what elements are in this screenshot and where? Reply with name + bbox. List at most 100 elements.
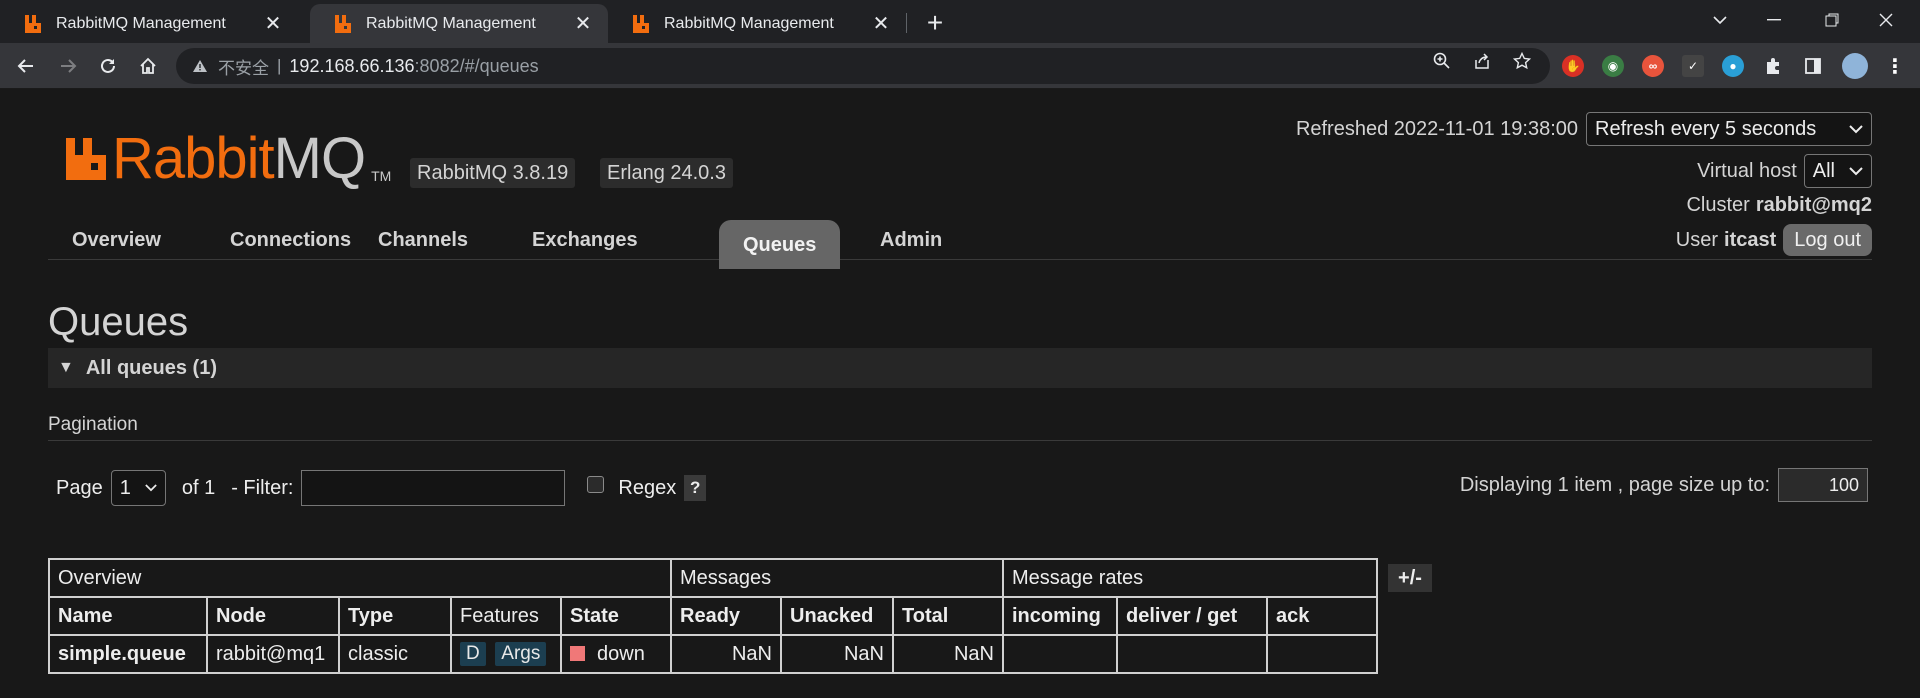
extension-eye-icon[interactable]: ◉ (1602, 55, 1624, 77)
help-button[interactable]: ? (684, 475, 707, 501)
rabbitmq-version-badge: RabbitMQ 3.8.19 (410, 158, 576, 188)
refresh-interval-value: Refresh every 5 seconds (1595, 117, 1817, 140)
rabbitmq-page: Rabbit MQ TM RabbitMQ 3.8.19 Erlang 24.0… (0, 90, 1920, 698)
feature-args-badge[interactable]: Args (495, 642, 547, 666)
table-column-header: Name Node Type Features State Ready Unac… (48, 596, 1378, 636)
display-info: Displaying 1 item , page size up to: 100 (1460, 468, 1868, 502)
section-title: All queues (1) (85, 356, 217, 379)
virtual-host-select[interactable]: All (1803, 154, 1872, 188)
virtual-host-value: All (1812, 159, 1835, 182)
col-ack[interactable]: ack (1266, 596, 1378, 636)
col-incoming[interactable]: incoming (1002, 596, 1118, 636)
queue-unacked: NaN (780, 634, 894, 674)
browser-tab-2[interactable]: RabbitMQ Management ✕ (310, 4, 608, 43)
tab-title: RabbitMQ Management (664, 14, 834, 32)
queue-ack (1266, 634, 1378, 674)
chevron-down-icon (1849, 124, 1863, 133)
extension-check-icon[interactable]: ✓ (1682, 55, 1704, 77)
cluster-name: rabbit@mq2 (1755, 194, 1872, 216)
state-down-indicator (570, 645, 585, 661)
collapse-triangle-icon: ▼ (58, 359, 74, 376)
col-unacked[interactable]: Unacked (780, 596, 894, 636)
tab-connections[interactable]: Connections (206, 220, 375, 268)
col-ready[interactable]: Ready (670, 596, 782, 636)
tab-search-icon[interactable] (1698, 2, 1742, 38)
queue-total: NaN (892, 634, 1004, 674)
refresh-row: Refreshed 2022-11-01 19:38:00 Refresh ev… (1296, 112, 1872, 146)
regex-checkbox[interactable] (587, 475, 605, 493)
browser-tab-1[interactable]: RabbitMQ Management ✕ (0, 4, 298, 43)
col-name[interactable]: Name (48, 596, 208, 636)
filter-input[interactable] (301, 470, 566, 506)
tab-title: RabbitMQ Management (56, 14, 226, 32)
close-tab-icon[interactable]: ✕ (262, 13, 284, 35)
rabbitmq-logo-icon (66, 138, 106, 180)
zoom-icon[interactable] (1430, 49, 1454, 73)
browser-tab-3[interactable]: RabbitMQ Management ✕ (608, 4, 906, 43)
queue-deliver-get (1116, 634, 1268, 674)
cluster-label: Cluster (1686, 194, 1750, 216)
rabbitmq-logo[interactable]: Rabbit MQ TM (64, 130, 391, 188)
back-icon[interactable] (10, 50, 42, 82)
queue-node: rabbit@mq1 (206, 634, 340, 674)
cluster-row: Cluster rabbit@mq2 (1686, 194, 1872, 217)
page-select-value: 1 (119, 476, 131, 499)
table-row: simple.queue rabbit@mq1 classic D Args d… (48, 634, 1378, 674)
warning-icon[interactable] (190, 56, 210, 76)
queue-features: D Args (450, 634, 562, 674)
minimize-icon[interactable] (1752, 2, 1796, 38)
rabbitmq-favicon-icon (25, 14, 41, 33)
display-count-label: Displaying 1 item , page size up to: (1459, 473, 1770, 496)
share-icon[interactable] (1470, 49, 1494, 73)
virtual-host-label: Virtual host (1697, 159, 1797, 182)
columns-toggle-button[interactable]: +/- (1388, 564, 1432, 592)
extension-globe-icon[interactable]: ● (1722, 55, 1744, 77)
side-panel-icon[interactable] (1802, 55, 1824, 77)
page-size-input[interactable]: 100 (1778, 468, 1868, 502)
logo-trademark: TM (371, 168, 392, 184)
col-node[interactable]: Node (206, 596, 340, 636)
col-total[interactable]: Total (892, 596, 1004, 636)
reload-icon[interactable] (92, 50, 124, 82)
menu-kebab-icon[interactable]: ⋮ (1884, 55, 1906, 78)
queue-state-text: down (597, 642, 645, 665)
queue-state: down (560, 634, 672, 674)
home-icon[interactable] (132, 50, 164, 82)
vhost-row: Virtual host All (1697, 154, 1872, 188)
restore-icon[interactable] (1810, 2, 1854, 38)
logo-rabbit-text: Rabbit (112, 126, 275, 191)
extension-infinity-icon[interactable]: ∞ (1642, 55, 1664, 77)
bookmark-star-icon[interactable] (1510, 49, 1534, 73)
col-type[interactable]: Type (338, 596, 452, 636)
close-window-icon[interactable] (1864, 2, 1908, 38)
security-label: 不安全 (218, 58, 269, 78)
new-tab-icon[interactable]: + (920, 7, 950, 38)
close-tab-icon[interactable]: ✕ (870, 13, 892, 35)
profile-avatar[interactable] (1842, 53, 1868, 79)
extensions-puzzle-icon[interactable] (1762, 55, 1784, 77)
col-deliver-get[interactable]: deliver / get (1116, 596, 1268, 636)
address-bar[interactable]: 不安全 | 192.168.66.136 :8082/#/queues (176, 48, 1550, 84)
feature-durable-badge: D (460, 642, 486, 666)
tab-admin[interactable]: Admin (856, 220, 966, 268)
group-overview: Overview (48, 558, 672, 598)
forward-icon[interactable] (52, 50, 84, 82)
refreshed-timestamp: Refreshed 2022-11-01 19:38:00 (1295, 117, 1578, 140)
group-message-rates: Message rates (1002, 558, 1378, 598)
col-state[interactable]: State (560, 596, 672, 636)
queue-name-link[interactable]: simple.queue (48, 634, 208, 674)
extension-stop-icon[interactable]: ✋ (1562, 55, 1584, 77)
browser-toolbar: 不安全 | 192.168.66.136 :8082/#/queues ✋ ◉ … (0, 43, 1920, 89)
page-count: of 1 (181, 476, 216, 499)
all-queues-section-toggle[interactable]: ▼ All queues (1) (48, 348, 1872, 388)
tab-channels[interactable]: Channels (354, 220, 492, 268)
tab-overview[interactable]: Overview (48, 220, 185, 268)
tab-exchanges[interactable]: Exchanges (508, 220, 662, 268)
pagination-label: Pagination (48, 414, 138, 435)
page-label: Page (56, 476, 103, 499)
chevron-down-icon (1849, 166, 1863, 175)
close-tab-icon[interactable]: ✕ (572, 13, 594, 35)
refresh-interval-select[interactable]: Refresh every 5 seconds (1586, 112, 1872, 146)
page-select[interactable]: 1 (110, 470, 166, 506)
tab-queues[interactable]: Queues (719, 220, 841, 269)
